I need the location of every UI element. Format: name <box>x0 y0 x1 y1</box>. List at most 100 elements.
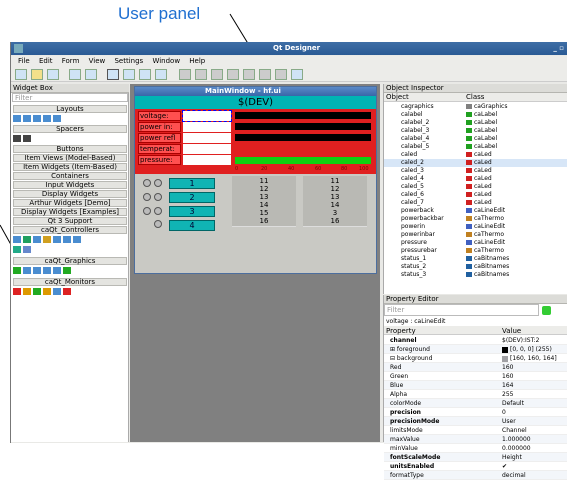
object-row[interactable]: pressure caLineEdit <box>384 239 567 247</box>
object-row[interactable]: calabel_2 caLabel <box>384 119 567 127</box>
power-refl-label[interactable]: power refl <box>138 133 181 143</box>
property-value[interactable]: decimal <box>502 471 526 480</box>
category-input-widgets[interactable]: Input Widgets <box>13 181 127 189</box>
property-value[interactable]: 160 <box>502 372 513 381</box>
edit-tab-order-icon[interactable] <box>155 69 167 80</box>
window-controls[interactable]: _ ▫ <box>553 44 564 52</box>
category-display-examples[interactable]: Display Widgets [Examples] <box>13 208 127 216</box>
object-row[interactable]: caled_3 caLed <box>384 167 567 175</box>
property-row[interactable]: Green 160 <box>384 372 567 381</box>
property-row[interactable]: formatType decimal <box>384 471 567 480</box>
property-row[interactable]: limitsMode Channel <box>384 426 567 435</box>
menu-help[interactable]: Help <box>189 57 205 65</box>
menu-file[interactable]: File <box>18 57 30 65</box>
property-row[interactable]: precision 0 <box>384 408 567 417</box>
pressure-thermo[interactable] <box>235 157 371 164</box>
object-row[interactable]: calabel caLabel <box>384 111 567 119</box>
category-item-widgets[interactable]: Item Widgets (Item-Based) <box>13 163 127 171</box>
widget-box-filter[interactable]: Filter <box>12 93 128 102</box>
property-value[interactable]: User <box>502 417 516 426</box>
object-row[interactable]: calabel_5 caLabel <box>384 143 567 151</box>
break-layout-icon[interactable] <box>275 69 287 80</box>
property-filter[interactable]: Filter <box>384 304 539 316</box>
save-icon[interactable] <box>47 69 59 80</box>
property-value[interactable]: 164 <box>502 381 513 390</box>
led-1a[interactable] <box>143 179 151 187</box>
layout-split-v-icon[interactable] <box>227 69 239 80</box>
category-qt3-support[interactable]: Qt 3 Support <box>13 217 127 225</box>
property-value[interactable]: 0.000000 <box>502 444 531 453</box>
power-in-label[interactable]: power in: <box>138 122 181 132</box>
main-window-form[interactable]: MainWindow - hf.ui $(DEV) voltage: power… <box>134 86 377 274</box>
object-row[interactable]: calabel_4 caLabel <box>384 135 567 143</box>
power-in-field[interactable] <box>183 122 231 132</box>
layout-split-h-icon[interactable] <box>211 69 223 80</box>
category-spacers[interactable]: Spacers <box>13 125 127 133</box>
power-refl-bar[interactable] <box>235 134 371 141</box>
property-row[interactable]: unitsEnabled ✔ <box>384 462 567 471</box>
menu-settings[interactable]: Settings <box>114 57 143 65</box>
add-property-icon[interactable] <box>542 306 551 315</box>
object-row[interactable]: powerback caLineEdit <box>384 207 567 215</box>
adjust-size-icon[interactable] <box>291 69 303 80</box>
menu-edit[interactable]: Edit <box>39 57 53 65</box>
property-value[interactable]: $(DEV):IST:2 <box>502 336 539 345</box>
layout-grid-icon[interactable] <box>243 69 255 80</box>
object-row[interactable]: caled_5 caLed <box>384 183 567 191</box>
object-row[interactable]: caled_2 caLed <box>384 159 567 167</box>
property-row[interactable]: fontScaleMode Height <box>384 453 567 462</box>
led-3a[interactable] <box>143 207 151 215</box>
object-row[interactable]: caled_6 caLed <box>384 191 567 199</box>
layout-vertical-icon[interactable] <box>195 69 207 80</box>
object-row[interactable]: status_3 caBitnames <box>384 271 567 279</box>
voltage-label[interactable]: voltage: <box>138 111 181 121</box>
object-row[interactable]: calabel_3 caLabel <box>384 127 567 135</box>
button-2[interactable]: 2 <box>169 192 215 203</box>
button-3[interactable]: 3 <box>169 206 215 217</box>
category-caqt-controllers[interactable]: caQt_Controllers <box>13 226 127 234</box>
edit-widgets-icon[interactable] <box>107 69 119 80</box>
property-value[interactable]: Height <box>502 453 522 462</box>
temperature-label[interactable]: temperat: <box>138 144 181 154</box>
object-row[interactable]: status_2 caBitnames <box>384 263 567 271</box>
category-display-widgets[interactable]: Display Widgets <box>13 190 127 198</box>
object-row[interactable]: caled_7 caLed <box>384 199 567 207</box>
property-value[interactable]: 160 <box>502 363 513 372</box>
property-row[interactable]: channel $(DEV):IST:2 <box>384 336 567 345</box>
device-header-label[interactable]: $(DEV) <box>135 96 376 109</box>
property-value[interactable]: Channel <box>502 426 527 435</box>
category-caqt-graphics[interactable]: caQt_Graphics <box>13 257 127 265</box>
property-value[interactable]: ✔ <box>502 462 507 471</box>
led-2a[interactable] <box>143 193 151 201</box>
power-in-bar[interactable] <box>235 123 371 130</box>
voltage-bar[interactable] <box>235 112 371 119</box>
edit-buddies-icon[interactable] <box>139 69 151 80</box>
menu-window[interactable]: Window <box>152 57 180 65</box>
object-row[interactable]: powerbackbar caThermo <box>384 215 567 223</box>
menu-form[interactable]: Form <box>62 57 80 65</box>
property-row[interactable]: ⊟ background[160, 160, 164] (255) <box>384 354 567 371</box>
object-row[interactable]: caled_4 caLed <box>384 175 567 183</box>
button-4[interactable]: 4 <box>169 220 215 231</box>
voltage-field[interactable] <box>182 110 232 122</box>
property-row[interactable]: ⊞ foreground [0, 0, 0] (255) <box>384 345 567 354</box>
property-value[interactable]: 0 <box>502 408 506 417</box>
property-value[interactable]: Default <box>502 399 524 408</box>
layout-form-icon[interactable] <box>259 69 271 80</box>
property-row[interactable]: minValue 0.000000 <box>384 444 567 453</box>
object-row[interactable]: powerinbar caThermo <box>384 231 567 239</box>
category-caqt-monitors[interactable]: caQt_Monitors <box>13 278 127 286</box>
object-row[interactable]: caled caLed <box>384 151 567 159</box>
edit-signals-icon[interactable] <box>123 69 135 80</box>
layout-horizontal-icon[interactable] <box>179 69 191 80</box>
property-row[interactable]: Alpha 255 <box>384 390 567 399</box>
new-icon[interactable] <box>15 69 27 80</box>
object-row[interactable]: cagraphics caGraphics <box>384 103 567 111</box>
property-row[interactable]: Blue 164 <box>384 381 567 390</box>
category-layouts[interactable]: Layouts <box>13 105 127 113</box>
led-1b[interactable] <box>154 179 162 187</box>
property-value[interactable]: 255 <box>502 390 513 399</box>
category-arthur-widgets[interactable]: Arthur Widgets [Demo] <box>13 199 127 207</box>
led-3b[interactable] <box>154 207 162 215</box>
object-row[interactable]: status_1 caBitnames <box>384 255 567 263</box>
